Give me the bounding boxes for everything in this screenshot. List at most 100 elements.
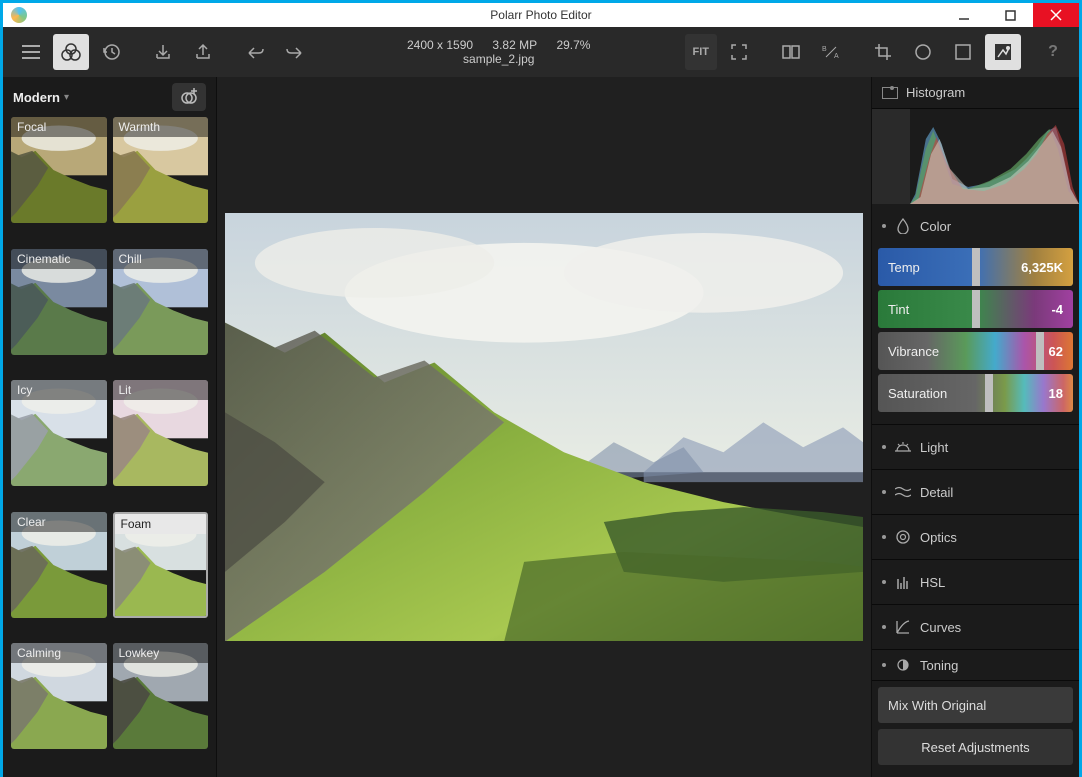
fullscreen-button[interactable] <box>721 34 757 70</box>
undo-button[interactable] <box>237 34 273 70</box>
redo-button[interactable] <box>277 34 313 70</box>
fit-button[interactable]: FIT <box>685 34 718 70</box>
filter-lit[interactable]: Lit <box>113 380 209 486</box>
filter-icy[interactable]: Icy <box>11 380 107 486</box>
filter-chill[interactable]: Chill <box>113 249 209 355</box>
titlebar: Polarr Photo Editor <box>3 3 1079 27</box>
before-after-button[interactable]: BA <box>813 34 849 70</box>
histogram <box>910 119 1079 204</box>
filters-grid: Focal Warmth Cinematic Chill Icy Lit Clear Foam… <box>3 117 216 777</box>
lens-icon <box>894 528 912 546</box>
image-dimensions: 2400 x 1590 <box>407 38 473 52</box>
dot-icon <box>882 663 886 667</box>
waves-icon <box>894 483 912 501</box>
filter-focal[interactable]: Focal <box>11 117 107 223</box>
histogram-label: Histogram <box>906 85 965 100</box>
panel-light-header[interactable]: Light <box>872 425 1079 469</box>
close-button[interactable] <box>1033 3 1079 27</box>
panel-color-label: Color <box>920 219 951 234</box>
filters-panel: Modern ▾ Focal Warmth Cinematic Chill Icy Lit… <box>3 77 217 777</box>
droplet-icon <box>894 217 912 235</box>
mix-with-original-button[interactable]: Mix With Original <box>878 687 1073 723</box>
filter-calming[interactable]: Calming <box>11 643 107 749</box>
slider-value: -4 <box>1051 302 1063 317</box>
toolbar: 2400 x 1590 3.82 MP 29.7% sample_2.jpg F… <box>3 27 1079 77</box>
slider-name: Saturation <box>888 386 947 401</box>
slider-temp[interactable]: Temp 6,325K <box>878 248 1073 286</box>
minimize-button[interactable] <box>941 3 987 27</box>
slider-sat[interactable]: Saturation 18 <box>878 374 1073 412</box>
panel-detail-header[interactable]: Detail <box>872 470 1079 514</box>
filter-label: Foam <box>115 514 207 534</box>
panel-toning-header[interactable]: Toning <box>872 650 1079 680</box>
radial-button[interactable] <box>905 34 941 70</box>
panel-light-label: Light <box>920 440 948 455</box>
filter-cinematic[interactable]: Cinematic <box>11 249 107 355</box>
dot-icon <box>882 625 886 629</box>
slider-name: Vibrance <box>888 344 939 359</box>
export-button[interactable] <box>185 34 221 70</box>
panel-hsl-label: HSL <box>920 575 945 590</box>
history-button[interactable] <box>93 34 129 70</box>
filter-label: Focal <box>11 117 107 137</box>
panel-optics-header[interactable]: Optics <box>872 515 1079 559</box>
filter-clear[interactable]: Clear <box>11 512 107 618</box>
image-zoom: 29.7% <box>556 38 590 52</box>
slider-name: Tint <box>888 302 909 317</box>
svg-text:B: B <box>822 46 827 53</box>
gradient-button[interactable] <box>945 34 981 70</box>
chevron-down-icon: ▾ <box>64 92 69 103</box>
panel-curves-label: Curves <box>920 620 961 635</box>
slider-vib[interactable]: Vibrance 62 <box>878 332 1073 370</box>
panel-detail-label: Detail <box>920 485 953 500</box>
dot-icon <box>882 535 886 539</box>
filter-foam[interactable]: Foam <box>113 512 209 618</box>
filter-lowkey[interactable]: Lowkey <box>113 643 209 749</box>
dot-icon <box>882 224 886 228</box>
filter-label: Warmth <box>113 117 209 137</box>
sun-icon <box>894 438 912 456</box>
filter-label: Lowkey <box>113 643 209 663</box>
image-megapixels: 3.82 MP <box>492 38 537 52</box>
image-icon <box>882 87 898 99</box>
slider-tint[interactable]: Tint -4 <box>878 290 1073 328</box>
image-info: 2400 x 1590 3.82 MP 29.7% sample_2.jpg <box>315 38 683 66</box>
panel-toning-label: Toning <box>920 658 958 673</box>
panel-color: Color Temp 6,325K Tint -4 Vibrance 62 Saturati… <box>872 204 1079 425</box>
crop-button[interactable] <box>865 34 901 70</box>
curve-icon <box>894 618 912 636</box>
panel-color-header[interactable]: Color <box>872 204 1079 248</box>
dot-icon <box>882 580 886 584</box>
filter-label: Clear <box>11 512 107 532</box>
help-button[interactable]: ? <box>1035 43 1071 61</box>
canvas[interactable] <box>217 77 871 777</box>
reset-adjustments-button[interactable]: Reset Adjustments <box>878 729 1073 765</box>
dot-icon <box>882 490 886 494</box>
slider-value: 62 <box>1049 344 1063 359</box>
slider-value: 18 <box>1049 386 1063 401</box>
filter-label: Cinematic <box>11 249 107 269</box>
slider-name: Temp <box>888 260 920 275</box>
filter-category[interactable]: Modern <box>13 90 60 105</box>
add-filter-button[interactable] <box>172 83 206 111</box>
menu-button[interactable] <box>13 34 49 70</box>
histogram-header[interactable]: Histogram <box>872 77 1079 109</box>
filters-button[interactable] <box>53 34 89 70</box>
panel-optics-label: Optics <box>920 530 957 545</box>
filter-warmth[interactable]: Warmth <box>113 117 209 223</box>
dot-icon <box>882 445 886 449</box>
window-title: Polarr Photo Editor <box>3 8 1079 22</box>
import-button[interactable] <box>145 34 181 70</box>
svg-text:A: A <box>834 53 839 59</box>
slider-value: 6,325K <box>1021 260 1063 275</box>
filter-label: Chill <box>113 249 209 269</box>
app-icon <box>11 7 27 23</box>
bars-icon <box>894 573 912 591</box>
adjustments-button[interactable] <box>985 34 1021 70</box>
filter-label: Lit <box>113 380 209 400</box>
maximize-button[interactable] <box>987 3 1033 27</box>
compare-button[interactable] <box>773 34 809 70</box>
panel-curves-header[interactable]: Curves <box>872 605 1079 649</box>
filter-label: Calming <box>11 643 107 663</box>
panel-hsl-header[interactable]: HSL <box>872 560 1079 604</box>
